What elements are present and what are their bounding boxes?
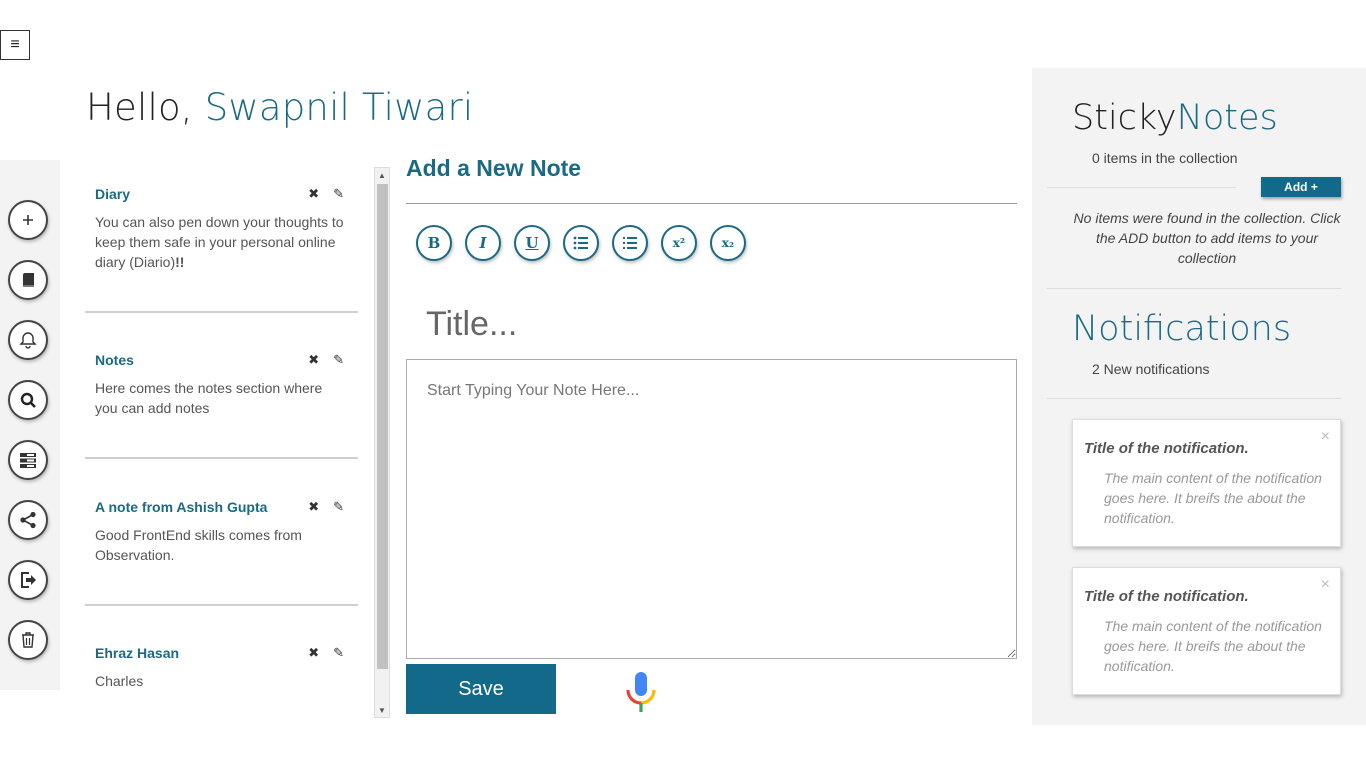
delete-icon[interactable]: ✖	[308, 352, 319, 368]
panel-divider	[1047, 288, 1341, 289]
sticky-heading-accent: Notes	[1176, 98, 1278, 138]
user-name: Swapnil Tiwari	[204, 86, 474, 129]
notifications-heading: Notifications	[1072, 309, 1292, 349]
icon-rail	[0, 160, 60, 690]
notes-scrollbar[interactable]: ▲ ▼	[374, 167, 390, 718]
underline-button[interactable]: U	[514, 225, 550, 261]
note-card[interactable]: Notes Here comes the notes section where…	[85, 352, 358, 418]
search-icon	[20, 392, 36, 408]
note-divider	[85, 604, 358, 606]
empty-collection-message: No items were found in the collection. C…	[1073, 210, 1341, 266]
note-body: Good FrontEnd skills comes from Observat…	[95, 527, 302, 563]
note-title-input[interactable]	[406, 298, 1017, 350]
notification-card: × Title of the notification. The main co…	[1072, 567, 1341, 695]
notification-title: Title of the notification.	[1084, 440, 1249, 457]
diary-button[interactable]	[8, 260, 48, 300]
share-button[interactable]	[8, 500, 48, 540]
edit-icon[interactable]: ✎	[333, 352, 344, 368]
delete-icon[interactable]: ✖	[308, 499, 319, 515]
sticky-divider	[1047, 187, 1236, 188]
notification-body: The main content of the notification goe…	[1104, 470, 1322, 526]
format-toolbar: B I U x² x₂	[416, 225, 746, 261]
delete-icon[interactable]: ✖	[308, 186, 319, 202]
trash-button[interactable]	[8, 620, 48, 660]
scroll-thumb[interactable]	[377, 184, 388, 669]
notes-list: Diary You can also pen down your thought…	[85, 165, 375, 718]
note-body: Here comes the notes section where you c…	[95, 380, 323, 416]
subscript-button[interactable]: x₂	[710, 225, 746, 261]
note-body-text: You can also pen down your thoughts to k…	[95, 214, 344, 270]
sticky-heading-part: Sticky	[1072, 98, 1177, 138]
note-card[interactable]: Ehraz Hasan Charles ✖ ✎	[85, 645, 358, 691]
microphone-button[interactable]	[624, 670, 658, 714]
save-button[interactable]: Save	[406, 664, 556, 714]
add-sticky-button[interactable]: Add +	[1261, 177, 1341, 197]
search-button[interactable]	[8, 380, 48, 420]
bullet-list-icon	[573, 236, 588, 250]
numbered-list-button[interactable]	[612, 225, 648, 261]
sticky-notes-heading: StickyNotes	[1072, 98, 1278, 138]
add-note-button[interactable]	[8, 200, 48, 240]
edit-icon[interactable]: ✎	[333, 645, 344, 661]
notification-body: The main content of the notification goe…	[1104, 618, 1322, 674]
delete-icon[interactable]: ✖	[308, 645, 319, 661]
plus-icon	[23, 215, 33, 225]
note-divider	[85, 311, 358, 313]
logout-button[interactable]	[8, 560, 48, 600]
share-icon	[20, 511, 36, 529]
italic-button[interactable]: I	[465, 225, 501, 261]
notification-card: × Title of the notification. The main co…	[1072, 419, 1341, 547]
note-body-input[interactable]	[406, 359, 1017, 659]
note-card[interactable]: A note from Ashish Gupta Good FrontEnd s…	[85, 499, 358, 565]
sticky-count: 0 items in the collection	[1092, 150, 1238, 166]
trash-icon	[22, 632, 34, 648]
superscript-button[interactable]: x²	[661, 225, 697, 261]
scroll-up-arrow-icon[interactable]: ▲	[375, 168, 389, 182]
editor-divider	[406, 203, 1017, 204]
notifications-divider	[1047, 398, 1341, 399]
note-body-emphasis: !!	[175, 254, 185, 270]
notification-title: Title of the notification.	[1084, 588, 1249, 605]
close-icon[interactable]: ×	[1321, 576, 1330, 594]
list-icon	[20, 453, 36, 468]
note-body: Charles	[95, 673, 144, 689]
reminders-button[interactable]	[8, 320, 48, 360]
bold-button[interactable]: B	[416, 225, 452, 261]
hamburger-icon: ≡	[10, 36, 20, 53]
notifications-count: 2 New notifications	[1092, 361, 1210, 377]
note-card[interactable]: Diary You can also pen down your thought…	[85, 186, 358, 272]
list-button[interactable]	[8, 440, 48, 480]
sign-out-icon	[21, 572, 36, 588]
bullet-list-button[interactable]	[563, 225, 599, 261]
right-panel: StickyNotes 0 items in the collection Ad…	[1032, 68, 1366, 725]
bell-icon	[19, 332, 37, 349]
greeting-heading: Hello, Swapnil Tiwari	[86, 86, 473, 129]
close-icon[interactable]: ×	[1321, 428, 1330, 446]
edit-icon[interactable]: ✎	[333, 499, 344, 515]
book-icon	[23, 273, 34, 287]
microphone-icon	[626, 672, 656, 712]
editor-heading: Add a New Note	[406, 155, 582, 181]
edit-icon[interactable]: ✎	[333, 186, 344, 202]
scroll-down-arrow-icon[interactable]: ▼	[375, 703, 389, 717]
note-body: You can also pen down your thoughts to k…	[95, 212, 348, 272]
note-divider	[85, 457, 358, 459]
menu-toggle-button[interactable]: ≡	[0, 30, 30, 60]
greeting-prefix: Hello,	[86, 86, 205, 129]
numbered-list-icon	[623, 237, 637, 249]
